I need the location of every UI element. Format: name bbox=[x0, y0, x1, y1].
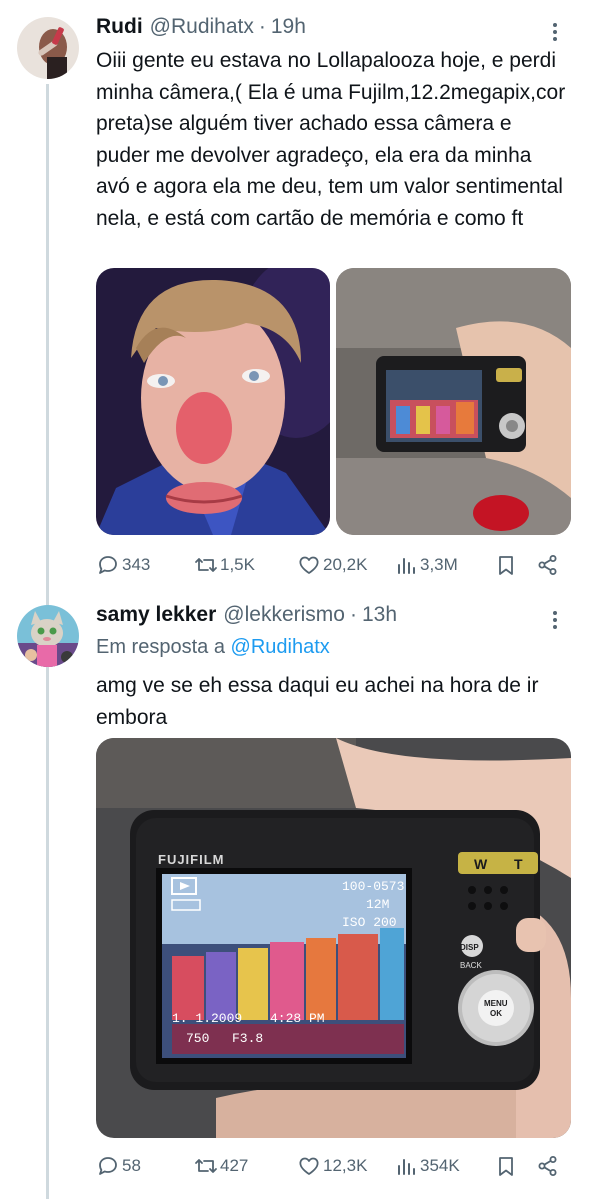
tweet-actions: 58 427 12,3K 354K bbox=[96, 1151, 566, 1181]
reply-button[interactable]: 58 bbox=[96, 1151, 141, 1181]
more-icon[interactable] bbox=[545, 607, 565, 633]
reply-icon bbox=[99, 556, 117, 574]
tweet-header: Rudi @Rudihatx · 19h bbox=[96, 15, 306, 39]
reply-context: Em resposta a @Rudihatx bbox=[96, 636, 330, 659]
reply-icon bbox=[99, 1157, 117, 1175]
retweet-count: 427 bbox=[220, 1156, 249, 1175]
zoom-w-label: W bbox=[474, 856, 488, 872]
camera-time: 4:28 PM bbox=[270, 1011, 325, 1026]
more-icon[interactable] bbox=[545, 19, 565, 45]
tweet-text: amg ve se eh essa daqui eu achei na hora… bbox=[96, 674, 539, 729]
avatar[interactable] bbox=[17, 605, 79, 667]
views-icon bbox=[398, 1159, 415, 1175]
reply-prefix: Em resposta a bbox=[96, 636, 225, 658]
timestamp[interactable]: 13h bbox=[362, 603, 397, 627]
retweet-icon bbox=[195, 1159, 217, 1173]
reply-count: 343 bbox=[122, 555, 151, 574]
share-icon bbox=[538, 555, 557, 575]
display-name[interactable]: samy lekker bbox=[96, 603, 216, 627]
tweet-photo-camera-closeup[interactable]: FUJIFILM 100-0573 12M ISO 200 1. 1.2009 … bbox=[96, 738, 571, 1138]
user-handle[interactable]: @lekkerismo bbox=[223, 603, 345, 627]
retweet-icon bbox=[195, 558, 217, 572]
timestamp[interactable]: 19h bbox=[271, 15, 306, 39]
tweet-photo-selfie[interactable] bbox=[96, 268, 330, 535]
separator-dot: · bbox=[349, 603, 357, 626]
camera-shutter: 750 bbox=[186, 1031, 209, 1046]
camera-iso: ISO 200 bbox=[342, 915, 397, 930]
retweet-button[interactable]: 1,5K bbox=[194, 550, 255, 580]
ok-label: OK bbox=[490, 1009, 502, 1018]
share-button[interactable] bbox=[536, 1151, 560, 1181]
views-button[interactable]: 354K bbox=[394, 1151, 460, 1181]
view-count: 354K bbox=[420, 1156, 460, 1175]
zoom-t-label: T bbox=[514, 856, 523, 872]
views-button[interactable]: 3,3M bbox=[394, 550, 458, 580]
heart-icon bbox=[299, 1157, 319, 1175]
bookmark-icon bbox=[499, 556, 513, 575]
camera-size: 12M bbox=[366, 897, 389, 912]
tweet-header: samy lekker @lekkerismo · 13h bbox=[96, 603, 397, 627]
like-count: 20,2K bbox=[323, 555, 368, 574]
share-button[interactable] bbox=[536, 550, 560, 580]
bookmark-button[interactable] bbox=[494, 1151, 518, 1181]
bookmark-icon bbox=[499, 1157, 513, 1176]
camera-date: 1. 1.2009 bbox=[172, 1011, 242, 1026]
like-button[interactable]: 20,2K bbox=[297, 550, 367, 580]
reply-count: 58 bbox=[122, 1156, 141, 1175]
avatar-image bbox=[17, 17, 79, 79]
reply-button[interactable]: 343 bbox=[96, 550, 150, 580]
camera-brand-label: FUJIFILM bbox=[158, 852, 225, 867]
back-label: BACK bbox=[460, 961, 482, 970]
heart-icon bbox=[299, 556, 319, 574]
menu-label: MENU bbox=[484, 999, 508, 1008]
bookmark-button[interactable] bbox=[494, 550, 518, 580]
tweet-text: Oiii gente eu estava no Lollapalooza hoj… bbox=[96, 49, 566, 230]
share-icon bbox=[538, 1156, 557, 1176]
like-count: 12,3K bbox=[323, 1156, 368, 1175]
display-name[interactable]: Rudi bbox=[96, 15, 143, 39]
camera-aperture: F3.8 bbox=[232, 1031, 263, 1046]
avatar-image bbox=[17, 605, 79, 667]
like-button[interactable]: 12,3K bbox=[297, 1151, 367, 1181]
view-count: 3,3M bbox=[420, 555, 458, 574]
camera-counter: 100-0573 bbox=[342, 879, 404, 894]
avatar[interactable] bbox=[17, 17, 79, 79]
user-handle[interactable]: @Rudihatx bbox=[150, 15, 254, 39]
retweet-button[interactable]: 427 bbox=[194, 1151, 248, 1181]
reply-mention-link[interactable]: @Rudihatx bbox=[231, 636, 330, 658]
separator-dot: · bbox=[258, 15, 266, 38]
tweet-actions: 343 1,5K 20,2K 3,3M bbox=[96, 550, 566, 580]
tweet-photo-camera[interactable] bbox=[336, 268, 571, 535]
disp-label: DISP bbox=[460, 943, 479, 952]
retweet-count: 1,5K bbox=[220, 555, 255, 574]
views-icon bbox=[398, 558, 415, 574]
